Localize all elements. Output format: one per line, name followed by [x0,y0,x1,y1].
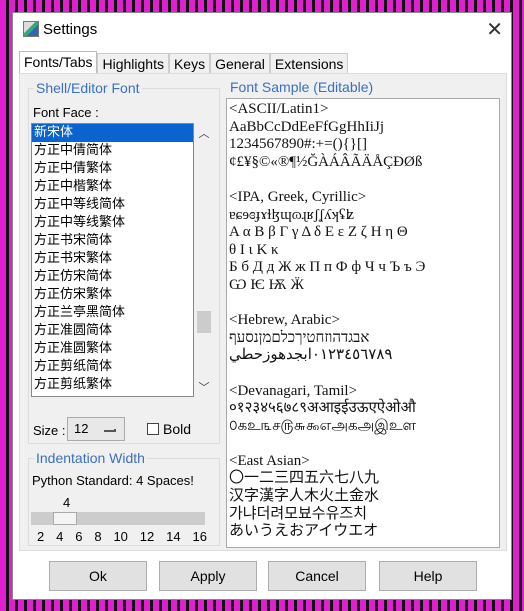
font-list-item[interactable]: 方正中倩繁体 [32,160,193,178]
slider-tick-label: 4 [56,529,64,544]
font-list-item[interactable]: 方正剪纸繁体 [32,376,193,394]
title-bar: Settings ✕ [13,13,511,47]
indentation-width-group: Indentation Width Python Standard: 4 Spa… [28,450,220,546]
font-list-item[interactable]: 方正剪纸简体 [32,358,193,376]
apply-button[interactable]: Apply [159,561,257,591]
font-sample-textarea[interactable]: <ASCII/Latin1> AaBbCcDdEeFfGgHhIiJj 1234… [226,98,500,548]
window-title: Settings [43,21,98,38]
slider-tick-label: 10 [113,529,128,544]
font-list-item[interactable]: 方正书宋简体 [32,232,193,250]
fonts-tabs-panel: Shell/Editor Font Font Face : 新宋体 方正中倩简体方… [19,73,507,551]
indent-value: 4 [63,495,71,510]
font-list-item[interactable]: 方正书宋繁体 [32,250,193,268]
font-list-item[interactable]: 方正中倩简体 [32,142,193,160]
settings-dialog: Settings ✕ Fonts/Tabs Highlights Keys Ge… [12,12,512,600]
group-legend: Indentation Width [34,450,147,466]
tab-extensions[interactable]: Extensions [269,53,349,74]
app-icon [23,21,39,37]
font-list-item[interactable]: 方正中等线繁体 [32,214,193,232]
font-list-item[interactable]: 方正兰亭黑简体 [32,304,193,322]
close-icon[interactable]: ✕ [486,17,503,42]
shell-editor-font-group: Shell/Editor Font Font Face : 新宋体 方正中倩简体方… [28,80,220,444]
tab-highlights[interactable]: Highlights [97,53,169,74]
slider-ticks: 2 4 6 8 10 12 14 16 [37,529,207,544]
slider-handle[interactable] [53,512,77,525]
group-legend: Font Sample (Editable) [228,79,376,95]
font-face-listbox[interactable]: 新宋体 方正中倩简体 方正中倩繁体 方正中楷繁体 方正中等线简体 方正中等线繁体 方正书宋简… [31,123,194,397]
scroll-up-icon[interactable]: ︿ [195,125,213,141]
ok-button[interactable]: Ok [49,561,147,591]
help-button[interactable]: Help [379,561,477,591]
size-label: Size : [33,423,66,438]
slider-tick-label: 2 [37,529,45,544]
indent-note: Python Standard: 4 Spaces! [32,473,194,488]
tab-fonts-tabs[interactable]: Fonts/Tabs [19,51,98,75]
font-list-item[interactable]: 方正准圆简体 [32,322,193,340]
slider-tick-label: 6 [75,529,83,544]
font-list-item[interactable]: 方正中等线简体 [32,196,193,214]
slider-tick-label: 8 [94,529,102,544]
tab-bar: Fonts/Tabs Highlights Keys General Exten… [19,51,349,75]
bold-label: Bold [163,421,192,437]
size-dropdown[interactable]: 12 [67,417,125,441]
indent-slider[interactable] [31,512,205,525]
scrollbar-thumb[interactable] [197,311,211,333]
slider-tick-label: 16 [192,529,207,544]
dropdown-indicator-icon [104,429,116,432]
font-face-label: Font Face : [33,105,99,120]
bold-checkbox[interactable] [147,423,159,435]
font-list-item[interactable]: 方正仿宋简体 [32,268,193,286]
font-list-scrollbar[interactable]: ︿ ﹀ [195,123,213,397]
scroll-down-icon[interactable]: ﹀ [195,379,213,395]
slider-tick-label: 12 [139,529,155,544]
font-list-item[interactable]: 新宋体 [32,124,193,142]
cancel-button[interactable]: Cancel [268,561,366,591]
font-list-item[interactable]: 方正准圆繁体 [32,340,193,358]
tab-keys[interactable]: Keys [168,53,211,74]
font-list-item[interactable]: 方正中楷繁体 [32,178,193,196]
group-legend: Shell/Editor Font [34,80,142,96]
font-list-item[interactable]: 方正仿宋繁体 [32,286,193,304]
slider-tick-label: 14 [166,529,181,544]
size-value: 12 [74,421,89,436]
tab-general[interactable]: General [210,53,270,74]
